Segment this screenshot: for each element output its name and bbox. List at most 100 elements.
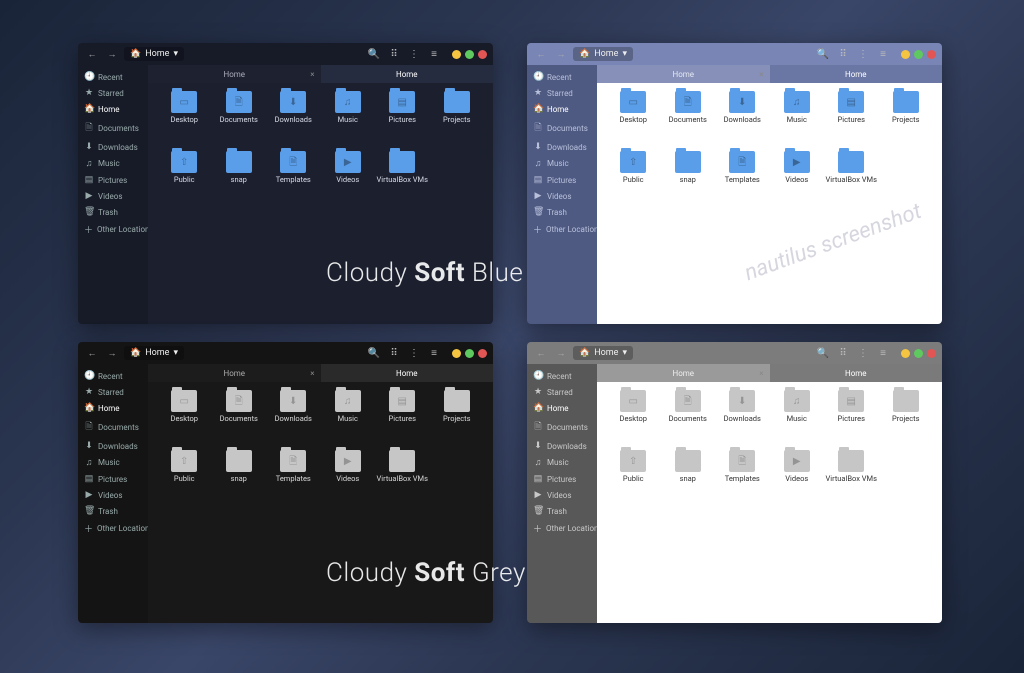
folder-desktop[interactable]: ▭Desktop — [607, 390, 660, 446]
folder-templates[interactable]: 🗎Templates — [267, 151, 320, 207]
folder-snap[interactable]: snap — [213, 151, 266, 207]
minimize-button[interactable] — [901, 349, 910, 358]
sidebar-item-downloads[interactable]: ⬇Downloads — [78, 438, 148, 454]
back-button[interactable]: ← — [533, 46, 549, 62]
folder-projects[interactable]: Projects — [431, 390, 484, 446]
forward-button[interactable]: → — [104, 345, 120, 361]
sidebar-item-home[interactable]: 🏠Home — [527, 400, 597, 416]
sidebar-item-starred[interactable]: ★Starred — [527, 384, 597, 400]
sidebar-item-starred[interactable]: ★Starred — [527, 85, 597, 101]
sidebar-item-downloads[interactable]: ⬇Downloads — [527, 139, 597, 155]
sidebar-item-music[interactable]: ♫Music — [527, 155, 597, 172]
tab-0[interactable]: Home× — [148, 364, 321, 382]
search-icon[interactable]: 🔍 — [815, 46, 831, 62]
folder-projects[interactable]: Projects — [431, 91, 484, 147]
folder-music[interactable]: ♫Music — [771, 390, 824, 446]
sidebar-item-other-locations[interactable]: ＋Other Locations — [527, 519, 597, 538]
back-button[interactable]: ← — [84, 46, 100, 62]
folder-videos[interactable]: ▶Videos — [322, 151, 375, 207]
folder-snap[interactable]: snap — [213, 450, 266, 506]
sidebar-item-downloads[interactable]: ⬇Downloads — [527, 438, 597, 454]
menu-icon[interactable]: ≡ — [875, 46, 891, 62]
sidebar-item-documents[interactable]: 🗎Documents — [527, 416, 597, 438]
menu-icon[interactable]: ≡ — [426, 345, 442, 361]
sidebar-item-trash[interactable]: 🗑Trash — [527, 204, 597, 220]
folder-virtualbox-vms[interactable]: VirtualBox VMs — [376, 450, 429, 506]
tab-0[interactable]: Home× — [597, 364, 770, 382]
folder-virtualbox-vms[interactable]: VirtualBox VMs — [825, 151, 878, 207]
sidebar-item-recent[interactable]: 🕘Recent — [527, 69, 597, 85]
search-icon[interactable]: 🔍 — [366, 46, 382, 62]
sidebar-item-starred[interactable]: ★Starred — [78, 85, 148, 101]
sidebar-item-documents[interactable]: 🗎Documents — [78, 416, 148, 438]
sidebar-item-music[interactable]: ♫Music — [78, 454, 148, 471]
folder-videos[interactable]: ▶Videos — [322, 450, 375, 506]
folder-public[interactable]: ⇧Public — [158, 151, 211, 207]
folder-snap[interactable]: snap — [662, 450, 715, 506]
folder-projects[interactable]: Projects — [880, 91, 933, 147]
folder-documents[interactable]: 🗎Documents — [662, 91, 715, 147]
folder-downloads[interactable]: ⬇Downloads — [716, 390, 769, 446]
search-icon[interactable]: 🔍 — [366, 345, 382, 361]
folder-virtualbox-vms[interactable]: VirtualBox VMs — [376, 151, 429, 207]
menu-icon[interactable]: ≡ — [875, 345, 891, 361]
folder-desktop[interactable]: ▭Desktop — [158, 390, 211, 446]
tab-1[interactable]: Home — [770, 65, 943, 83]
more-icon[interactable]: ⋮ — [855, 46, 871, 62]
folder-snap[interactable]: snap — [662, 151, 715, 207]
tab-0[interactable]: Home× — [148, 65, 321, 83]
folder-projects[interactable]: Projects — [880, 390, 933, 446]
folder-public[interactable]: ⇧Public — [607, 450, 660, 506]
close-button[interactable] — [927, 349, 936, 358]
folder-documents[interactable]: 🗎Documents — [213, 390, 266, 446]
folder-videos[interactable]: ▶Videos — [771, 151, 824, 207]
more-icon[interactable]: ⋮ — [406, 46, 422, 62]
sidebar-item-other-locations[interactable]: ＋Other Locations — [78, 220, 148, 239]
back-button[interactable]: ← — [533, 345, 549, 361]
sidebar-item-videos[interactable]: ▶Videos — [78, 188, 148, 204]
folder-documents[interactable]: 🗎Documents — [662, 390, 715, 446]
back-button[interactable]: ← — [84, 345, 100, 361]
path-breadcrumb[interactable]: 🏠Home▾ — [124, 346, 184, 360]
path-breadcrumb[interactable]: 🏠Home▾ — [573, 346, 633, 360]
sidebar-item-music[interactable]: ♫Music — [78, 155, 148, 172]
minimize-button[interactable] — [452, 50, 461, 59]
folder-desktop[interactable]: ▭Desktop — [158, 91, 211, 147]
view-toggle-icon[interactable]: ⠿ — [386, 46, 402, 62]
sidebar-item-videos[interactable]: ▶Videos — [527, 188, 597, 204]
close-button[interactable] — [478, 50, 487, 59]
folder-templates[interactable]: 🗎Templates — [267, 450, 320, 506]
sidebar-item-other-locations[interactable]: ＋Other Locations — [527, 220, 597, 239]
view-toggle-icon[interactable]: ⠿ — [835, 345, 851, 361]
folder-pictures[interactable]: ▤Pictures — [376, 390, 429, 446]
view-toggle-icon[interactable]: ⠿ — [835, 46, 851, 62]
sidebar-item-recent[interactable]: 🕘Recent — [78, 69, 148, 85]
folder-templates[interactable]: 🗎Templates — [716, 151, 769, 207]
view-toggle-icon[interactable]: ⠿ — [386, 345, 402, 361]
folder-downloads[interactable]: ⬇Downloads — [716, 91, 769, 147]
sidebar-item-music[interactable]: ♫Music — [527, 454, 597, 471]
sidebar-item-pictures[interactable]: ▤Pictures — [78, 471, 148, 487]
sidebar-item-other-locations[interactable]: ＋Other Locations — [78, 519, 148, 538]
close-button[interactable] — [478, 349, 487, 358]
sidebar-item-pictures[interactable]: ▤Pictures — [527, 172, 597, 188]
folder-pictures[interactable]: ▤Pictures — [376, 91, 429, 147]
sidebar-item-videos[interactable]: ▶Videos — [527, 487, 597, 503]
folder-public[interactable]: ⇧Public — [607, 151, 660, 207]
close-button[interactable] — [927, 50, 936, 59]
sidebar-item-pictures[interactable]: ▤Pictures — [78, 172, 148, 188]
tab-1[interactable]: Home — [770, 364, 943, 382]
forward-button[interactable]: → — [104, 46, 120, 62]
folder-templates[interactable]: 🗎Templates — [716, 450, 769, 506]
close-tab-icon[interactable]: × — [310, 70, 314, 79]
folder-pictures[interactable]: ▤Pictures — [825, 390, 878, 446]
folder-music[interactable]: ♫Music — [322, 91, 375, 147]
sidebar-item-downloads[interactable]: ⬇Downloads — [78, 139, 148, 155]
sidebar-item-documents[interactable]: 🗎Documents — [527, 117, 597, 139]
sidebar-item-trash[interactable]: 🗑Trash — [78, 503, 148, 519]
sidebar-item-home[interactable]: 🏠Home — [78, 101, 148, 117]
maximize-button[interactable] — [465, 50, 474, 59]
maximize-button[interactable] — [914, 50, 923, 59]
maximize-button[interactable] — [465, 349, 474, 358]
sidebar-item-trash[interactable]: 🗑Trash — [78, 204, 148, 220]
